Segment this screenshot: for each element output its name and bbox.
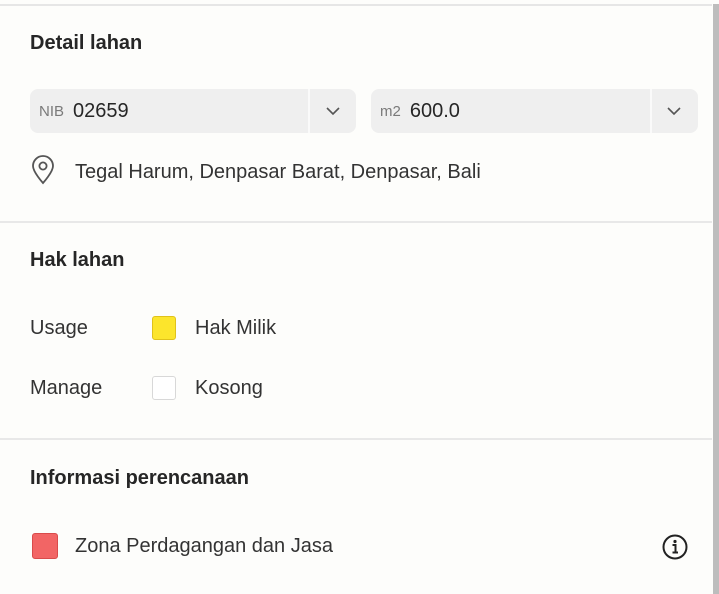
usage-label: Usage — [30, 317, 88, 339]
nib-select[interactable]: NIB 02659 — [30, 89, 356, 133]
area-prefix: m2 — [380, 102, 401, 120]
zone-label: Zona Perdagangan dan Jasa — [75, 535, 333, 557]
select-separator — [650, 89, 652, 133]
manage-value: Kosong — [195, 377, 263, 399]
location-pin-icon — [30, 155, 56, 190]
select-separator — [308, 89, 310, 133]
zone-color-swatch — [32, 533, 58, 559]
manage-label: Manage — [30, 377, 103, 399]
chevron-down-icon[interactable] — [323, 101, 343, 121]
divider — [0, 438, 712, 440]
land-info-panel: Detail lahan NIB 02659 m2 600.0 Tegal Ha… — [0, 0, 712, 594]
scrollbar[interactable] — [713, 4, 719, 594]
usage-value: Hak Milik — [195, 317, 277, 339]
location-row: Tegal Harum, Denpasar Barat, Denpasar, B… — [30, 155, 481, 190]
divider — [0, 221, 712, 223]
area-value: 600.0 — [409, 99, 460, 122]
nib-value: 02659 — [73, 99, 129, 122]
location-text: Tegal Harum, Denpasar Barat, Denpasar, B… — [75, 161, 481, 183]
nib-prefix: NIB — [39, 102, 65, 120]
chevron-down-icon[interactable] — [664, 101, 684, 121]
area-select[interactable]: m2 600.0 — [371, 89, 698, 133]
info-icon[interactable] — [661, 533, 689, 561]
manage-color-swatch — [152, 376, 176, 400]
section-title-detail: Detail lahan — [30, 32, 143, 54]
section-title-planning: Informasi perencanaan — [30, 467, 249, 489]
usage-color-swatch — [152, 316, 176, 340]
section-title-hak: Hak lahan — [30, 249, 125, 271]
